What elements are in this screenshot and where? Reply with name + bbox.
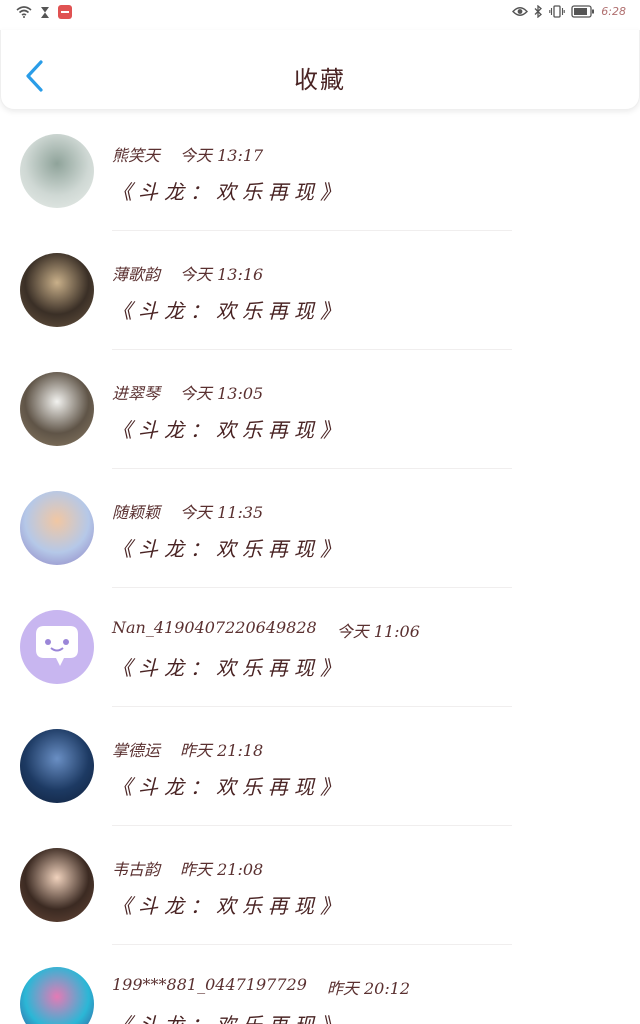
list-item[interactable]: 199***881_0447197729 昨天 20:12 《斗龙：欢乐再现》 (0, 945, 640, 1024)
chat-bubble-icon (36, 626, 78, 666)
avatar[interactable] (20, 610, 94, 684)
avatar[interactable] (20, 134, 94, 208)
timestamp: 今天 13:16 (180, 265, 264, 284)
list-item[interactable]: 掌德运 昨天 21:18 《斗龙：欢乐再现》 (0, 707, 640, 826)
timestamp: 昨天 21:08 (180, 860, 264, 879)
user-name: 199***881_0447197729 (112, 975, 307, 994)
avatar[interactable] (20, 372, 94, 446)
timestamp: 今天 11:06 (336, 622, 420, 641)
list-item[interactable]: 熊笑天 今天 13:17 《斗龙：欢乐再现》 (0, 112, 640, 231)
timestamp: 昨天 21:18 (180, 741, 264, 760)
user-name: 掌德运 (112, 741, 161, 760)
item-meta: 进翠琴 今天 13:05 (112, 380, 263, 404)
item-title[interactable]: 《斗龙：欢乐再现》 (112, 533, 346, 562)
item-title[interactable]: 《斗龙：欢乐再现》 (112, 771, 346, 800)
item-meta: 掌德运 昨天 21:18 (112, 737, 263, 761)
user-name: 韦古韵 (112, 860, 161, 879)
status-bar: 6:28 (0, 0, 640, 30)
item-meta: 随颖颖 今天 11:35 (112, 499, 263, 523)
list-item[interactable]: 薄歌韵 今天 13:16 《斗龙：欢乐再现》 (0, 231, 640, 350)
item-title[interactable]: 《斗龙：欢乐再现》 (112, 652, 346, 681)
item-title[interactable]: 《斗龙：欢乐再现》 (112, 414, 346, 443)
avatar[interactable] (20, 967, 94, 1024)
list-item[interactable]: Nan_4190407220649828 今天 11:06 《斗龙：欢乐再现》 (0, 588, 640, 707)
list-item[interactable]: 进翠琴 今天 13:05 《斗龙：欢乐再现》 (0, 350, 640, 469)
status-time: 6:28 (601, 5, 626, 18)
item-title[interactable]: 《斗龙：欢乐再现》 (112, 1009, 346, 1024)
user-name: 进翠琴 (112, 384, 161, 403)
list-item[interactable]: 随颖颖 今天 11:35 《斗龙：欢乐再现》 (0, 469, 640, 588)
user-name: 随颖颖 (112, 503, 161, 522)
item-meta: Nan_4190407220649828 今天 11:06 (112, 618, 420, 642)
notification-badge-icon (58, 5, 72, 19)
avatar[interactable] (20, 253, 94, 327)
eye-icon (512, 7, 529, 16)
user-name: 薄歌韵 (112, 265, 161, 284)
item-title[interactable]: 《斗龙：欢乐再现》 (112, 295, 346, 324)
favorites-list: 熊笑天 今天 13:17 《斗龙：欢乐再现》 薄歌韵 今天 13:16 《斗龙：欢乐再现》… (0, 112, 640, 1024)
bluetooth-icon (534, 5, 543, 18)
battery-icon (571, 5, 595, 18)
avatar[interactable] (20, 729, 94, 803)
user-name: Nan_4190407220649828 (112, 618, 317, 637)
item-meta: 199***881_0447197729 昨天 20:12 (112, 975, 410, 999)
item-meta: 韦古韵 昨天 21:08 (112, 856, 263, 880)
hourglass-icon (41, 6, 49, 18)
header: 收藏 (0, 30, 640, 110)
item-title[interactable]: 《斗龙：欢乐再现》 (112, 176, 346, 205)
item-meta: 薄歌韵 今天 13:16 (112, 261, 263, 285)
item-title[interactable]: 《斗龙：欢乐再现》 (112, 890, 346, 919)
status-right: 6:28 (512, 5, 626, 18)
item-meta: 熊笑天 今天 13:17 (112, 142, 263, 166)
user-name: 熊笑天 (112, 146, 161, 165)
timestamp: 今天 13:05 (180, 384, 264, 403)
timestamp: 昨天 20:12 (326, 979, 411, 998)
avatar[interactable] (20, 491, 94, 565)
timestamp: 今天 13:17 (180, 146, 264, 165)
timestamp: 今天 11:35 (180, 503, 264, 522)
page-title: 收藏 (294, 66, 346, 94)
wifi-icon (16, 6, 32, 18)
vibrate-icon (549, 5, 566, 18)
list-item[interactable]: 韦古韵 昨天 21:08 《斗龙：欢乐再现》 (0, 826, 640, 945)
status-left (16, 5, 72, 19)
avatar[interactable] (20, 848, 94, 922)
